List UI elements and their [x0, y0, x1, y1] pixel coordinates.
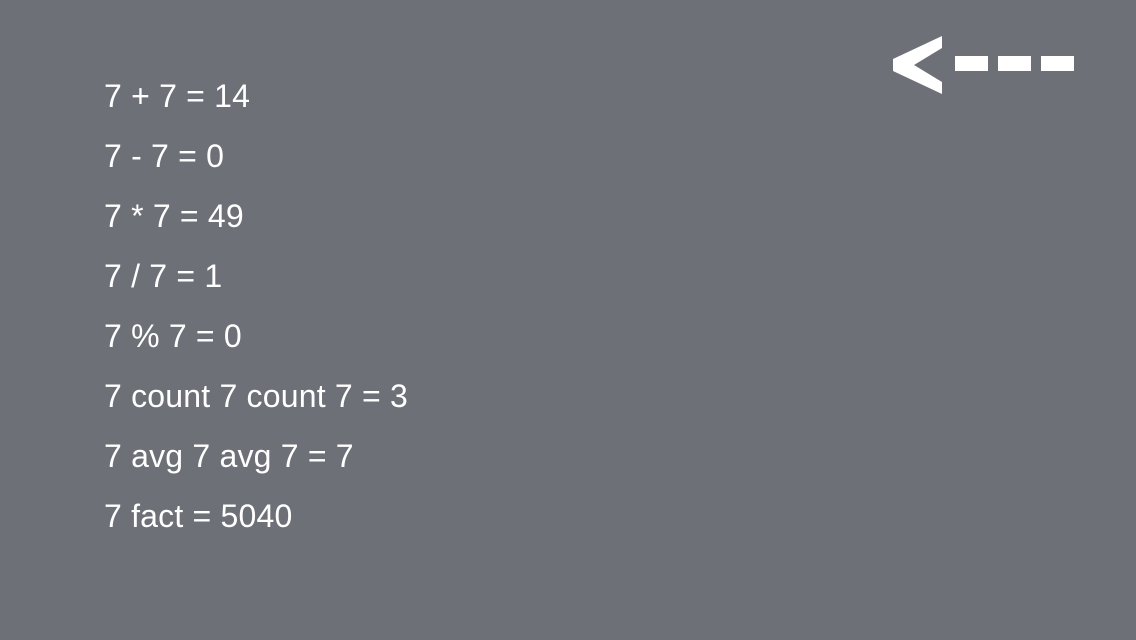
history-list: 7 + 7 = 14 7 - 7 = 0 7 * 7 = 49 7 / 7 = … [104, 66, 408, 546]
history-item-modulo: 7 % 7 = 0 [104, 318, 242, 354]
history-item-count: 7 count 7 count 7 = 3 [104, 378, 408, 414]
history-item-factorial: 7 fact = 5040 [104, 498, 293, 534]
back-button[interactable] [893, 36, 1075, 94]
back-arrow-icon [893, 36, 1074, 94]
history-item-average: 7 avg 7 avg 7 = 7 [104, 438, 354, 474]
history-item-subtraction: 7 - 7 = 0 [104, 138, 225, 174]
history-item-division: 7 / 7 = 1 [104, 258, 223, 294]
history-item-addition: 7 + 7 = 14 [104, 78, 251, 114]
history-item-multiplication: 7 * 7 = 49 [104, 198, 244, 234]
